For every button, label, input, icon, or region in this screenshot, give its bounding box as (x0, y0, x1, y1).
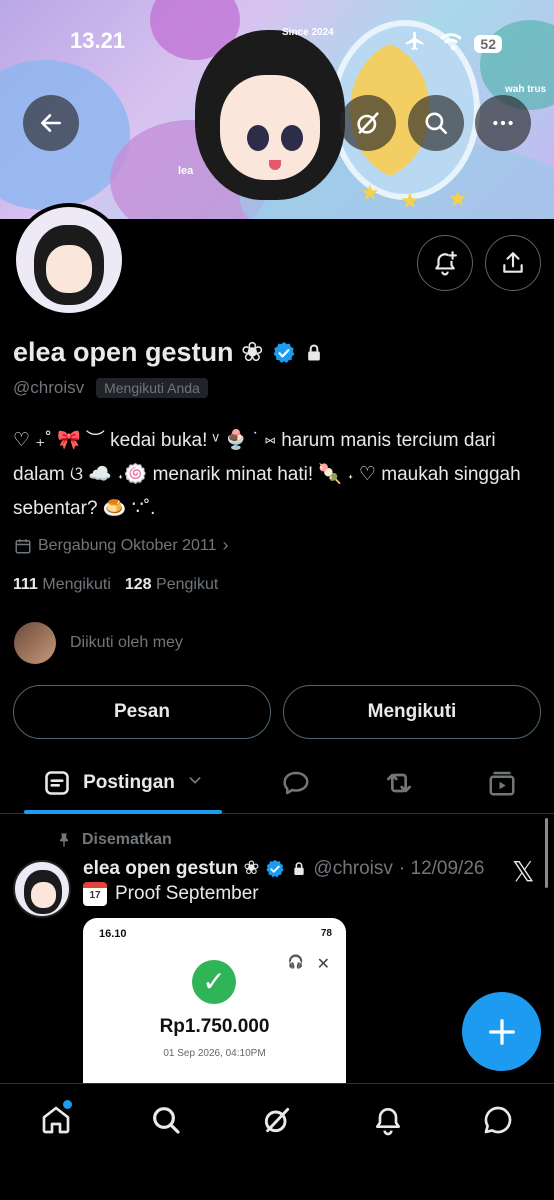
close-icon: ✕ (316, 956, 330, 973)
followed-by-text: Diikuti oleh mey (70, 634, 183, 651)
star-icon: ★ (448, 186, 468, 211)
post-image[interactable]: 16.10 78 🎧 ✕ ✓ Rp1.750.000 01 Sep 2026, … (83, 918, 346, 1088)
joined-date-text: Bergabung Oktober 2011 (38, 536, 217, 554)
post-author-name[interactable]: elea open gestun ❀ (83, 857, 259, 880)
follower-avatar (14, 622, 56, 664)
post-avatar[interactable] (13, 860, 71, 918)
plus-icon (488, 1018, 515, 1045)
message-bubble-icon (484, 1106, 512, 1134)
posts-icon (45, 771, 69, 795)
airplane-icon (402, 30, 428, 57)
bell-plus-icon (435, 251, 457, 276)
grok-icon (264, 1107, 290, 1133)
status-time: 13.21 (70, 28, 126, 53)
bell-icon (376, 1108, 400, 1136)
lock-icon (307, 344, 320, 360)
bottom-navigation (0, 1083, 554, 1200)
follows-you-badge: Mengikuti Anda (96, 378, 208, 398)
profile-handle: @chroisv (13, 378, 85, 397)
nav-search[interactable] (146, 1100, 186, 1140)
nav-messages[interactable] (478, 1100, 518, 1140)
compose-button[interactable] (462, 992, 541, 1071)
verified-badge-icon (266, 859, 285, 877)
grok-button[interactable] (340, 95, 396, 151)
followed-by[interactable]: Diikuti oleh mey (14, 622, 183, 664)
wifi-icon (438, 31, 464, 56)
star-icon: ★ (400, 188, 420, 213)
headset-icon: 🎧 (287, 954, 304, 969)
star-icon: ★ (360, 180, 380, 205)
search-icon (425, 112, 448, 135)
image-date: 01 Sep 2026, 04:10PM (163, 1048, 266, 1059)
calendar-icon (15, 538, 31, 553)
tab-media[interactable] (485, 766, 519, 800)
media-icon (489, 771, 515, 796)
banner-lea-text: lea (178, 165, 194, 177)
following-count-link[interactable]: 111 Mengikuti (13, 576, 111, 594)
pin-icon (60, 833, 68, 847)
verified-badge-icon (273, 341, 295, 363)
tab-reposts[interactable] (382, 766, 416, 800)
chevron-down-icon (187, 772, 203, 794)
tab-posts[interactable]: Postingan (24, 752, 222, 814)
calendar-emoji-icon: 17 (83, 882, 107, 906)
profile-tabs: Postingan (0, 752, 554, 814)
x-logo-icon[interactable]: 𝕏 (512, 855, 535, 888)
share-icon (503, 252, 523, 273)
nav-notifications[interactable] (368, 1100, 408, 1140)
grok-icon (357, 112, 379, 134)
more-icon (493, 120, 513, 126)
tab-posts-label: Postingan (83, 772, 175, 793)
chevron-right-icon: › (222, 535, 229, 555)
repost-icon (387, 773, 411, 793)
battery-indicator: 52 (474, 34, 502, 53)
pinned-indicator: Disematkan (56, 831, 172, 849)
tab-replies[interactable] (279, 766, 313, 800)
profile-avatar[interactable] (12, 203, 126, 317)
more-options-button[interactable] (475, 95, 531, 151)
following-button[interactable]: Mengikuti (283, 685, 541, 739)
search-icon (153, 1107, 180, 1134)
profile-name-text: elea open gestun ❀ (13, 337, 264, 367)
back-button[interactable] (23, 95, 79, 151)
image-status-battery: 78 (320, 928, 332, 939)
post-date: · 12/09/26 (398, 857, 485, 879)
lock-icon (294, 861, 305, 875)
followers-count-link[interactable]: 128 Pengikut (125, 576, 218, 594)
arrow-left-icon (41, 114, 61, 132)
profile-name: elea open gestun ❀ (13, 337, 324, 368)
banner-wah-text: wah trus (505, 84, 547, 95)
post-header: elea open gestun ❀ @chroisv · 12/09/26 (83, 857, 484, 880)
share-button[interactable] (485, 235, 541, 291)
nav-home[interactable] (36, 1100, 76, 1140)
success-check-icon: ✓ (192, 960, 236, 1004)
notify-button[interactable] (417, 235, 473, 291)
image-status-time: 16.10 (99, 928, 127, 940)
status-bar: 13.21 52 (0, 0, 554, 80)
post-text: 17 Proof September (83, 882, 259, 906)
joined-date: Bergabung Oktober 2011 › (14, 535, 229, 556)
active-tab-indicator (24, 810, 222, 814)
post-text-content: Proof September (115, 883, 259, 904)
profile-bio: ♡ ₊˚ 🎀 ︶ kedai buka! ᵛ 🍨 ˙ ⑅ harum manis… (13, 430, 521, 519)
image-amount: Rp1.750.000 (159, 1016, 270, 1037)
message-button[interactable]: Pesan (13, 685, 271, 739)
home-notification-dot (63, 1100, 72, 1109)
reply-icon (283, 771, 309, 795)
nav-grok[interactable] (257, 1100, 297, 1140)
search-button[interactable] (408, 95, 464, 151)
scrollbar[interactable] (545, 818, 548, 888)
post-author-handle: @chroisv (313, 857, 393, 879)
pinned-label: Disematkan (82, 831, 172, 848)
